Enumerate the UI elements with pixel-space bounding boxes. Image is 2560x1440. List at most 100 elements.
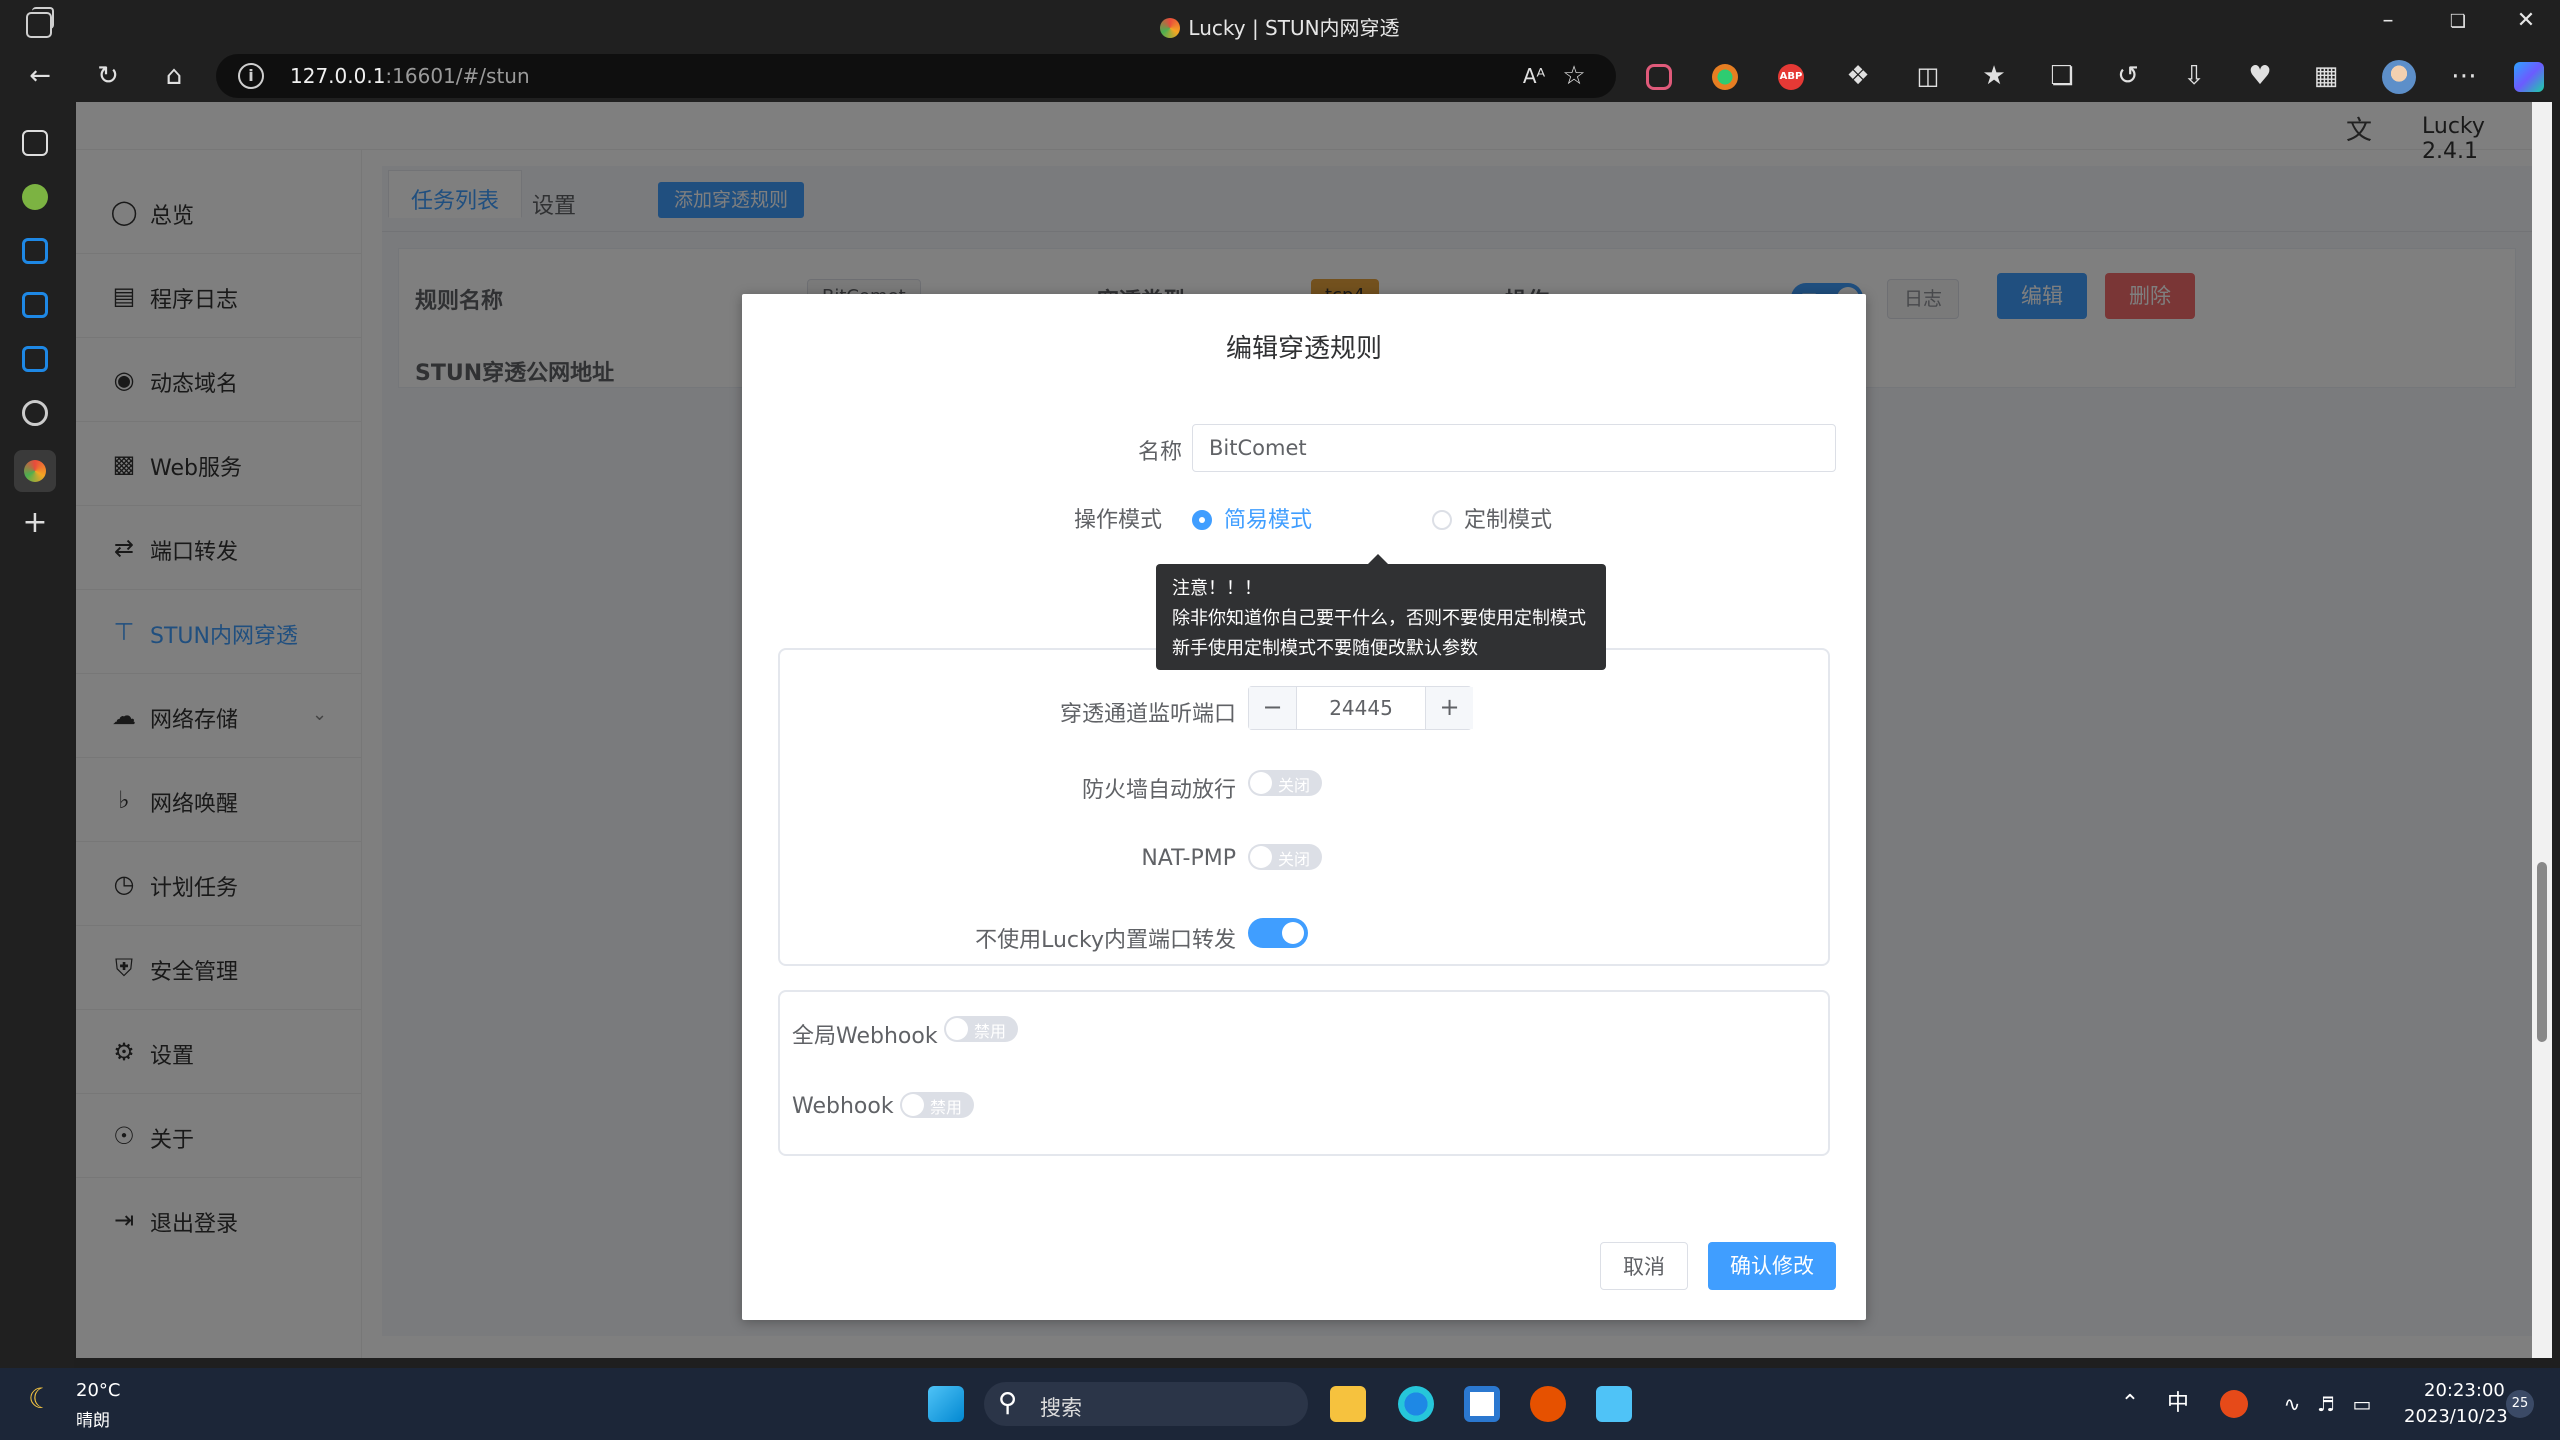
no-builtin-forward-switch[interactable] <box>1248 918 1308 948</box>
page-scrollbar[interactable] <box>2532 102 2552 1358</box>
split-screen-icon[interactable]: ◫ <box>1912 60 1944 92</box>
lucky-app-active[interactable] <box>14 450 56 492</box>
cat-extension-icon[interactable] <box>1646 64 1672 90</box>
modal-overlay[interactable]: 编辑穿透规则 名称 操作模式 简易模式 定制模式 注意！！！ 除非你知道你自己要… <box>76 102 2532 1358</box>
tab-list-icon[interactable] <box>22 130 48 156</box>
clock-time[interactable]: 20:23:00 <box>2424 1380 2505 1401</box>
mode-simple-radio[interactable]: 简易模式 <box>1192 502 1312 534</box>
clock-date[interactable]: 2023/10/23 <box>2404 1406 2508 1427</box>
copilot-icon[interactable] <box>2514 62 2544 92</box>
natpmp-label: NAT-PMP <box>1141 846 1236 871</box>
battery-icon[interactable]: ▭ <box>2346 1388 2378 1420</box>
extensions-icon[interactable]: ❖ <box>1842 60 1874 92</box>
firewall-label: 防火墙自动放行 <box>1081 778 1236 803</box>
firewall-switch[interactable]: 关闭 <box>1248 770 1322 796</box>
switch-text: 禁用 <box>930 1098 963 1117</box>
remote-desktop-icon[interactable] <box>1596 1386 1632 1422</box>
start-icon[interactable] <box>928 1386 964 1422</box>
more-menu-icon[interactable]: ⋯ <box>2448 60 2480 92</box>
browser-sidebar: + <box>0 102 74 1368</box>
advanced-settings-section: 穿透通道监听端口 − 24445 + 防火墙自动放行 关闭 NAT-PMP 关闭… <box>778 648 1830 966</box>
lucky-logo-icon <box>24 460 46 482</box>
webhook-label: Webhook <box>792 1094 894 1119</box>
decrement-button[interactable]: − <box>1249 687 1297 729</box>
file-explorer-icon[interactable] <box>1330 1386 1366 1422</box>
url-text[interactable]: 127.0.0.1:16601/#/stun <box>290 64 530 88</box>
address-bar[interactable]: i 127.0.0.1:16601/#/stun Aᴬ ☆ <box>216 54 1616 98</box>
switch-knob <box>946 1018 968 1040</box>
radio-dot <box>1432 510 1452 530</box>
switch-knob <box>1282 922 1304 944</box>
name-label: 名称 <box>1137 440 1182 465</box>
bilibili-icon-3[interactable] <box>22 346 48 372</box>
performance-icon[interactable]: ♥ <box>2244 60 2276 92</box>
switch-text: 关闭 <box>1278 776 1311 795</box>
apps-icon[interactable]: ▦ <box>2310 60 2342 92</box>
site-info-icon[interactable]: i <box>238 63 264 89</box>
listen-port-stepper[interactable]: − 24445 + <box>1248 686 1473 730</box>
scrollbar-thumb[interactable] <box>2537 862 2547 1042</box>
switch-knob <box>1250 772 1272 794</box>
minimize-icon[interactable]: – <box>2358 8 2418 33</box>
profile-avatar[interactable] <box>2382 60 2416 94</box>
page-content: 文 Lucky 2.4.1 ◯总览 ▤程序日志 ◉动态域名 ▩Web服务 ⇄端口… <box>76 102 2532 1358</box>
add-icon[interactable]: + <box>22 508 48 538</box>
notification-badge[interactable]: 25 <box>2506 1390 2534 1418</box>
weather-desc[interactable]: 晴朗 <box>76 1406 110 1431</box>
switch-text: 禁用 <box>974 1022 1007 1041</box>
moon-icon[interactable]: ☾ <box>28 1382 53 1415</box>
volume-icon[interactable]: ♬ <box>2310 1388 2342 1420</box>
taskbar-search[interactable]: ⚲ 搜索 <box>984 1382 1308 1426</box>
name-input[interactable] <box>1192 424 1836 472</box>
window-title-text: Lucky | STUN内网穿透 <box>1188 16 1400 40</box>
switch-knob <box>1250 846 1272 868</box>
mode-custom-radio[interactable]: 定制模式 <box>1432 502 1552 534</box>
windows-taskbar: ☾ 20°C 晴朗 ⚲ 搜索 ⌃ 中 ∿ ♬ ▭ 20:23:00 2023/1… <box>0 1368 2560 1440</box>
natpmp-switch[interactable]: 关闭 <box>1248 844 1322 870</box>
ime-indicator[interactable]: 中 <box>2162 1388 2194 1420</box>
bilibili-icon-2[interactable] <box>22 292 48 318</box>
wifi-icon[interactable]: ∿ <box>2276 1388 2308 1420</box>
webhook-switch[interactable]: 禁用 <box>900 1092 974 1118</box>
home-icon[interactable]: ⌂ <box>158 60 190 92</box>
back-icon[interactable]: ← <box>24 60 56 92</box>
bilibili-icon[interactable] <box>22 238 48 264</box>
tooltip-line: 新手使用定制模式不要随便改默认参数 <box>1172 638 1478 659</box>
radio-label: 定制模式 <box>1464 508 1553 533</box>
history-icon[interactable]: ↺ <box>2112 60 2144 92</box>
radio-label: 简易模式 <box>1224 508 1313 533</box>
downloads-icon[interactable]: ⇩ <box>2178 60 2210 92</box>
app-orange-icon[interactable] <box>1530 1386 1566 1422</box>
sogou-icon[interactable] <box>2220 1390 2248 1418</box>
refresh-icon[interactable]: ↻ <box>92 60 124 92</box>
favorites-icon[interactable]: ★ <box>1978 60 2010 92</box>
weather-temp[interactable]: 20°C <box>76 1380 120 1401</box>
window-title: Lucky | STUN内网穿透 <box>0 12 2560 41</box>
switch-text: 关闭 <box>1278 850 1311 869</box>
mode-label: 操作模式 <box>1073 508 1162 533</box>
edge-icon[interactable] <box>1398 1386 1434 1422</box>
global-webhook-label: 全局Webhook <box>792 1024 938 1049</box>
confirm-button[interactable]: 确认修改 <box>1708 1242 1836 1290</box>
chat-icon[interactable] <box>22 400 48 426</box>
browser-toolbar: ← ↻ ⌂ i 127.0.0.1:16601/#/stun Aᴬ ☆ ABP … <box>0 50 2560 102</box>
listen-port-label: 穿透通道监听端口 <box>1059 702 1236 727</box>
favorite-star-icon[interactable]: ☆ <box>1558 60 1590 92</box>
search-placeholder: 搜索 <box>1040 1396 1082 1420</box>
read-aloud-icon[interactable]: Aᴬ <box>1518 60 1550 92</box>
close-icon[interactable]: ✕ <box>2496 8 2556 33</box>
listen-port-value[interactable]: 24445 <box>1297 687 1425 729</box>
increment-button[interactable]: + <box>1425 687 1473 729</box>
dialog-title: 编辑穿透规则 <box>1225 334 1382 364</box>
color-extension-icon[interactable] <box>1712 64 1738 90</box>
global-webhook-switch[interactable]: 禁用 <box>944 1016 1018 1042</box>
tooltip-line: 除非你知道你自己要干什么，否则不要使用定制模式 <box>1172 608 1586 629</box>
adblock-plus-icon[interactable]: ABP <box>1778 64 1804 90</box>
store-icon[interactable] <box>1464 1386 1500 1422</box>
switch-knob <box>902 1094 924 1116</box>
restore-icon[interactable]: ❏ <box>2428 11 2488 32</box>
collections-icon[interactable]: ❏ <box>2046 60 2078 92</box>
tray-chevron-icon[interactable]: ⌃ <box>2114 1388 2146 1420</box>
cancel-button[interactable]: 取消 <box>1600 1242 1688 1290</box>
extension-green-icon[interactable] <box>22 184 48 210</box>
